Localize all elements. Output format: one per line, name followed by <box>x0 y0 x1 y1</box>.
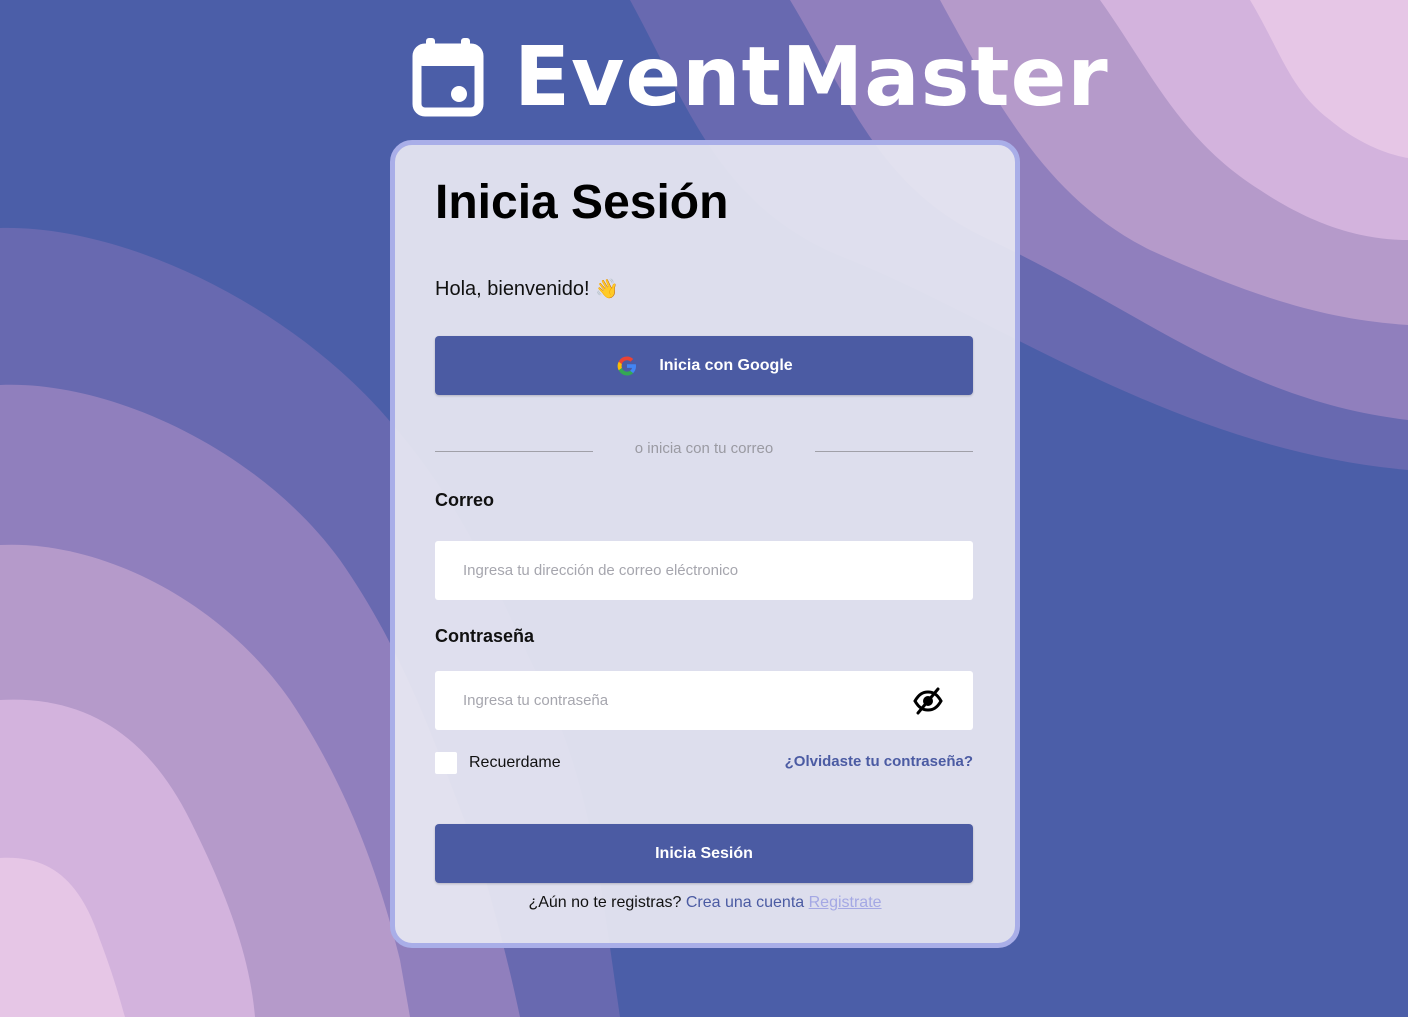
greeting-text: Hola, bienvenido! <box>435 278 590 300</box>
divider-text: o inicia con tu correo <box>634 440 774 457</box>
divider: o inicia con tu correo <box>435 440 973 460</box>
remember-me: Recuerdame <box>435 752 561 774</box>
email-label: Correo <box>435 490 495 510</box>
login-button[interactable]: Inicia Sesión <box>435 824 973 883</box>
calendar-icon <box>412 38 484 117</box>
forgot-password-link[interactable]: ¿Olvidaste tu contraseña? <box>785 753 973 770</box>
signup-prompt: ¿Aún no te registras? <box>528 894 682 911</box>
password-label: Contraseña <box>435 626 535 646</box>
brand-name: EventMaster <box>514 30 1109 125</box>
divider-line-right <box>815 451 973 452</box>
create-account-link[interactable]: Crea una cuenta <box>686 894 804 911</box>
google-signin-button[interactable]: Inicia con Google <box>435 336 973 395</box>
google-icon <box>617 356 637 375</box>
google-button-label: Inicia con Google <box>659 356 793 374</box>
remember-checkbox[interactable] <box>435 752 457 774</box>
signup-row: ¿Aún no te registras? Crea una cuenta Re… <box>395 894 1015 912</box>
page-title: Inicia Sesión <box>435 176 729 229</box>
eye-off-icon[interactable] <box>913 686 943 716</box>
remember-label: Recuerdame <box>469 754 561 771</box>
greeting: Hola, bienvenido! 👋 <box>435 277 619 301</box>
login-card: Inicia Sesión Hola, bienvenido! 👋 Inicia… <box>390 140 1020 948</box>
register-link[interactable]: Registrate <box>809 894 882 911</box>
brand: EventMaster <box>412 36 1109 120</box>
email-field[interactable] <box>435 541 973 600</box>
waving-hand-icon: 👋 <box>595 279 619 300</box>
password-field[interactable] <box>435 671 973 730</box>
